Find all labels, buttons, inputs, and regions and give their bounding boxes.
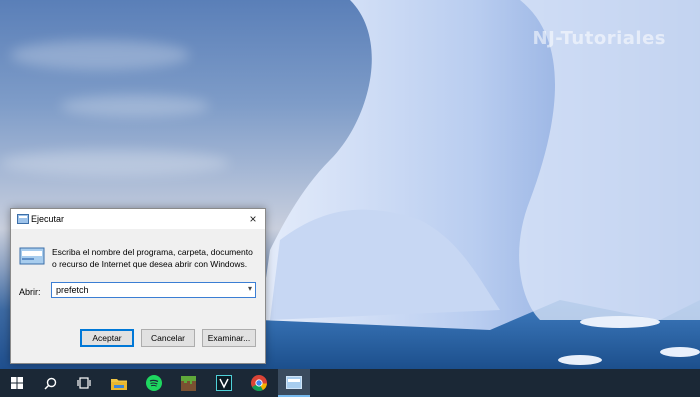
watermark-text: NJ-Tutoriales — [532, 28, 666, 49]
iceberg-image — [240, 0, 700, 369]
vegas-icon[interactable] — [208, 369, 240, 397]
minecraft-icon[interactable] — [172, 369, 204, 397]
close-button[interactable]: × — [241, 209, 265, 229]
dialog-titlebar[interactable]: Ejecutar × — [11, 209, 265, 229]
start-icon[interactable] — [1, 369, 33, 397]
search-icon[interactable] — [34, 369, 66, 397]
taskbar — [0, 369, 700, 397]
run-dialog: Ejecutar × Escriba el nombre del program… — [10, 208, 266, 364]
browse-button[interactable]: Examinar... — [202, 329, 256, 347]
ok-button[interactable]: Aceptar — [80, 329, 134, 347]
run-program-icon — [19, 247, 45, 265]
chrome-icon[interactable] — [243, 369, 275, 397]
cancel-button[interactable]: Cancelar — [141, 329, 195, 347]
dialog-button-bar: Aceptar Cancelar Examinar... — [11, 317, 265, 363]
open-label: Abrir: — [19, 287, 41, 297]
open-input[interactable] — [56, 284, 236, 296]
file-explorer-icon[interactable] — [103, 369, 135, 397]
spotify-icon[interactable] — [138, 369, 170, 397]
run-taskbar-icon[interactable] — [278, 369, 310, 397]
dialog-description: Escriba el nombre del programa, carpeta,… — [52, 247, 253, 269]
run-icon — [17, 214, 29, 224]
task-view-icon[interactable] — [68, 369, 100, 397]
dialog-title: Ejecutar — [31, 214, 65, 224]
chevron-down-icon[interactable]: ▾ — [248, 284, 252, 293]
open-combobox[interactable]: ▾ — [51, 282, 256, 298]
